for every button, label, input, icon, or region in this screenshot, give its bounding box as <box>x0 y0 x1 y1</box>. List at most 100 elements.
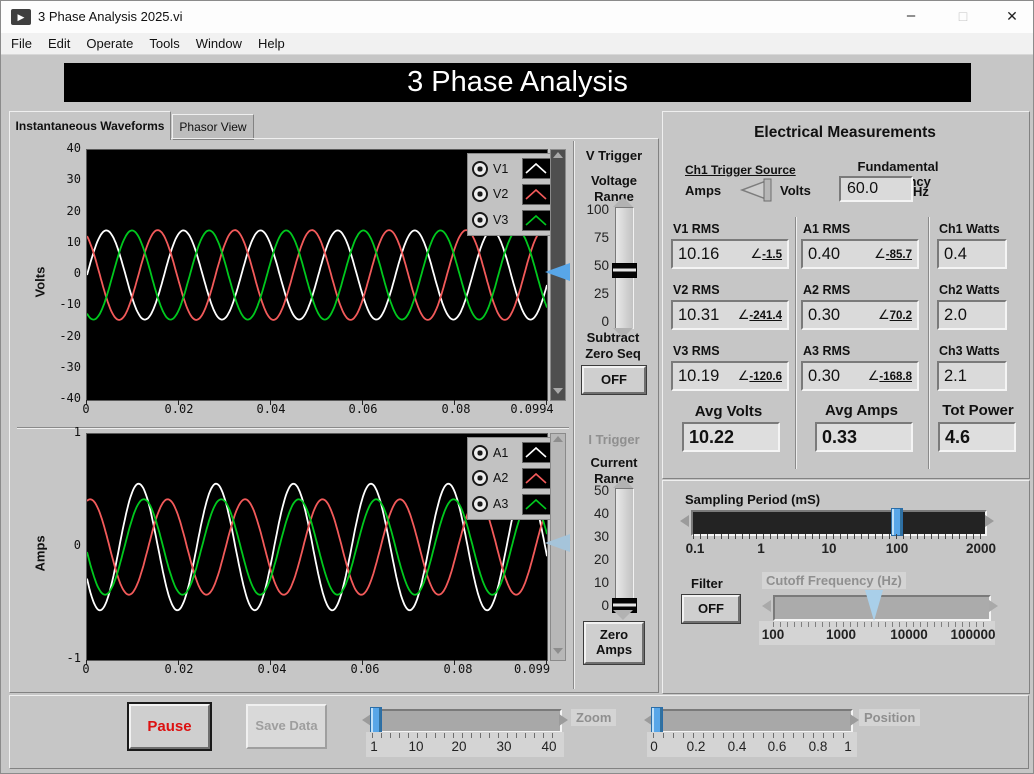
current-range-slider[interactable] <box>615 488 634 611</box>
scroll-down-icon[interactable] <box>553 648 563 654</box>
ch3-watts-display: 2.1 <box>937 361 1007 391</box>
voltage-range-tick: 25 <box>593 286 609 301</box>
legend-line-sample[interactable] <box>522 183 551 205</box>
ch3-watts-label: Ch3 Watts <box>939 344 1000 358</box>
tot-power-display: 4.6 <box>938 422 1016 452</box>
voltage-y-tick: -30 <box>59 360 81 374</box>
ch1-watts-display: 0.4 <box>937 239 1007 269</box>
sampling-period-handle[interactable] <box>891 508 903 536</box>
sampling-right-arrow-icon[interactable] <box>985 515 994 527</box>
legend-item-A3[interactable]: A3 <box>472 492 551 516</box>
watts-column: Ch1 Watts 0.4 Ch2 Watts 2.0 Ch3 Watts 2.1 <box>937 222 1007 391</box>
legend-label: V3 <box>493 213 509 228</box>
visibility-radio-icon[interactable] <box>472 444 488 461</box>
pause-button[interactable]: Pause <box>127 702 212 751</box>
current-x-tick: 0.06 <box>350 662 380 676</box>
fundamental-frequency-display: 60.0 <box>839 176 913 202</box>
v2-rms-label: V2 RMS <box>673 283 720 297</box>
voltage-range-increment-icon[interactable] <box>613 197 633 207</box>
legend-line-sample[interactable] <box>522 493 551 515</box>
current-range-increment-icon[interactable] <box>613 478 633 488</box>
scroll-down-icon[interactable] <box>553 388 563 394</box>
visibility-radio-icon[interactable] <box>472 496 488 513</box>
tab-phasor-view[interactable]: Phasor View <box>172 114 254 140</box>
sampling-left-arrow-icon[interactable] <box>680 515 689 527</box>
current-range-tick: 20 <box>593 552 609 567</box>
fundamental-frequency-value: 60.0 <box>847 180 879 197</box>
voltage-y-tick: -10 <box>59 297 81 311</box>
menu-item-tools[interactable]: Tools <box>141 33 187 55</box>
ch2-watts-display: 2.0 <box>937 300 1007 330</box>
legend-item-A1[interactable]: A1 <box>472 441 551 465</box>
subtract-zero-seq-button[interactable]: OFF <box>581 365 647 395</box>
visibility-radio-icon[interactable] <box>472 160 488 177</box>
position-right-arrow-icon[interactable] <box>850 714 859 726</box>
legend-item-A2[interactable]: A2 <box>472 466 551 490</box>
angle-value: -120.6 <box>749 371 782 383</box>
visibility-radio-icon[interactable] <box>472 186 488 203</box>
measurement-value: 2.0 <box>944 305 967 324</box>
zero-amps-button[interactable]: Zero Amps <box>583 621 645 665</box>
scroll-up-icon[interactable] <box>553 436 563 442</box>
scroll-up-icon[interactable] <box>553 152 563 158</box>
i-trigger-label: I Trigger <box>588 432 640 447</box>
cutoff-frequency-handle[interactable] <box>865 590 883 621</box>
menu-item-window[interactable]: Window <box>188 33 250 55</box>
tot-power-value: 4.6 <box>945 426 971 447</box>
tab-instantaneous-waveforms[interactable]: Instantaneous Waveforms <box>9 111 171 140</box>
v2-rms-display: 10.31 ∠-241.4 <box>671 300 789 330</box>
a2-rms-display: 0.30 ∠70.2 <box>801 300 919 330</box>
measurement-value: 10.16 <box>678 244 720 263</box>
save-data-button[interactable]: Save Data <box>246 704 327 749</box>
measurements-divider-2 <box>928 217 930 469</box>
voltage-y-tick: 40 <box>66 141 81 155</box>
legend-line-sample[interactable] <box>522 209 551 231</box>
menu-item-operate[interactable]: Operate <box>78 33 141 55</box>
current-range-tick: 40 <box>593 506 609 521</box>
zoom-handle[interactable] <box>370 707 382 733</box>
current-range-decrement-icon[interactable] <box>613 610 633 620</box>
phase-angle: ∠-168.8 <box>868 368 912 384</box>
menu-item-help[interactable]: Help <box>250 33 293 55</box>
filter-button[interactable]: OFF <box>681 594 741 624</box>
position-handle[interactable] <box>651 707 663 733</box>
zoom-right-arrow-icon[interactable] <box>559 714 568 726</box>
maximize-button[interactable]: □ <box>941 1 985 33</box>
current-y-tick: 1 <box>73 425 81 439</box>
visibility-radio-icon[interactable] <box>472 470 488 487</box>
trigger-source-switch[interactable] <box>734 177 776 203</box>
legend-label: V2 <box>493 187 509 202</box>
legend-line-sample[interactable] <box>522 442 551 464</box>
voltage-y-tick: 10 <box>66 235 81 249</box>
voltage-y-tick: -20 <box>59 329 81 343</box>
cutoff-left-arrow-icon[interactable] <box>762 600 771 612</box>
graph-section-divider <box>17 427 569 429</box>
voltage-range-handle[interactable] <box>612 263 637 278</box>
sampling-period-slider[interactable] <box>691 510 987 536</box>
trigger-source-amps-label: Amps <box>685 183 722 198</box>
voltage-x-tick: 0.06 <box>348 402 378 416</box>
legend-item-V3[interactable]: V3 <box>472 208 551 232</box>
legend-item-V1[interactable]: V1 <box>472 157 551 181</box>
sampling-tick: 2000 <box>965 541 997 556</box>
legend-line-sample[interactable] <box>522 158 551 180</box>
voltage-y-tick: 0 <box>73 266 81 280</box>
hz-unit-label: Hz <box>913 184 929 199</box>
measurements-title: Electrical Measurements <box>754 124 936 141</box>
menu-item-edit[interactable]: Edit <box>40 33 78 55</box>
visibility-radio-icon[interactable] <box>472 212 488 229</box>
angle-value: -168.8 <box>879 371 912 383</box>
legend-line-glyph <box>525 214 547 226</box>
legend-item-V2[interactable]: V2 <box>472 182 551 206</box>
measurement-value: 0.30 <box>808 366 841 385</box>
minimize-button[interactable]: – <box>889 1 933 33</box>
zoom-slider[interactable] <box>372 709 562 733</box>
avg-volts-label: Avg Volts <box>694 403 763 420</box>
angle-symbol: ∠ <box>867 368 880 383</box>
position-slider[interactable] <box>653 709 853 733</box>
close-button[interactable]: ✕ <box>989 1 1033 33</box>
legend-line-sample[interactable] <box>522 467 551 489</box>
menu-item-file[interactable]: File <box>3 33 40 55</box>
cutoff-right-arrow-icon[interactable] <box>989 600 998 612</box>
cutoff-tick: 100000 <box>950 627 996 642</box>
